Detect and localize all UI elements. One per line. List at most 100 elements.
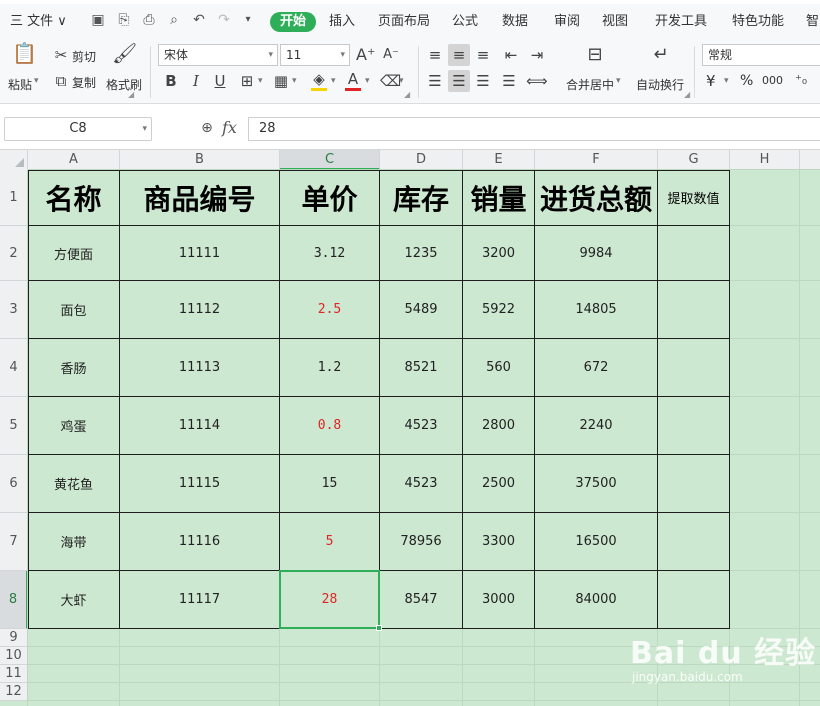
cell-g6[interactable] — [658, 455, 730, 513]
cell-style-dropdown-icon[interactable]: ▾ — [292, 76, 297, 86]
save-icon[interactable]: ▣ — [90, 12, 106, 28]
cell-b6[interactable]: 11115 — [120, 455, 280, 513]
paste-button[interactable]: 粘贴 — [8, 76, 32, 93]
cut-icon[interactable]: ✂ — [52, 46, 70, 64]
font-size-select[interactable]: 11 ▾ — [280, 44, 350, 66]
column-header-h[interactable]: H — [730, 150, 800, 170]
wrap-text-button[interactable]: 自动换行 — [636, 76, 684, 93]
merge-center-dropdown-icon[interactable]: ▾ — [616, 76, 621, 86]
cell-d3[interactable]: 5489 — [380, 281, 463, 339]
align-center-icon[interactable]: ☰ — [450, 72, 468, 90]
cell-d4[interactable]: 8521 — [380, 339, 463, 397]
cell-f6[interactable]: 37500 — [535, 455, 658, 513]
header-cell-e1[interactable]: 销量 — [463, 170, 535, 226]
export-icon[interactable]: ⎘ — [116, 12, 132, 28]
cell-f4[interactable]: 672 — [535, 339, 658, 397]
row-header-6[interactable]: 6 — [0, 455, 28, 513]
cell-c6[interactable]: 15 — [280, 455, 380, 513]
cell-e3[interactable]: 5922 — [463, 281, 535, 339]
undo-icon[interactable]: ↶ — [191, 12, 207, 28]
number-format-select[interactable]: 常规 — [702, 44, 820, 66]
row-header-1[interactable]: 1 — [0, 170, 28, 226]
cell-e5[interactable]: 2800 — [463, 397, 535, 455]
tab-6[interactable]: 审阅 — [554, 13, 580, 31]
cell-g7[interactable] — [658, 513, 730, 571]
borders-icon[interactable]: ⊞ — [238, 72, 256, 90]
currency-format-button[interactable]: ¥ — [706, 72, 716, 90]
cell-c3[interactable]: 2.5 — [280, 281, 380, 339]
cell-g4[interactable] — [658, 339, 730, 397]
clear-format-dropdown-icon[interactable]: ▾ — [399, 76, 404, 86]
header-cell-f1[interactable]: 进货总额 — [535, 170, 658, 226]
merge-center-icon[interactable]: ⊟ — [582, 46, 608, 64]
increase-font-icon[interactable]: A⁺ — [356, 46, 375, 64]
cell-e8[interactable]: 3000 — [463, 571, 535, 629]
align-bottom-icon[interactable]: ≡ — [474, 46, 492, 64]
row-header-8[interactable]: 8 — [0, 571, 28, 629]
row-header-7[interactable]: 7 — [0, 513, 28, 571]
thousands-separator-button[interactable]: 000 — [762, 74, 783, 87]
cell-f2[interactable]: 9984 — [535, 226, 658, 281]
borders-dropdown-icon[interactable]: ▾ — [258, 76, 263, 86]
print-preview-icon[interactable]: ⌕ — [166, 12, 182, 28]
row-header-5[interactable]: 5 — [0, 397, 28, 455]
cell-style-icon[interactable]: ▦ — [272, 72, 290, 90]
cell-d2[interactable]: 1235 — [380, 226, 463, 281]
tab-2[interactable]: 插入 — [329, 13, 355, 31]
tab-8[interactable]: 开发工具 — [655, 13, 707, 31]
fill-color-icon[interactable]: ◈ — [309, 70, 329, 88]
increase-indent-icon[interactable]: ⇥ — [528, 46, 546, 64]
distributed-align-icon[interactable]: ⟺ — [526, 72, 548, 90]
underline-icon[interactable]: U — [211, 72, 229, 90]
tab-1[interactable]: 开始 — [270, 12, 317, 32]
column-header-g[interactable]: G — [658, 150, 730, 170]
decrease-font-icon[interactable]: A⁻ — [382, 46, 400, 64]
cell-b5[interactable]: 11114 — [120, 397, 280, 455]
row-header-9[interactable]: 9 — [0, 629, 28, 647]
cell-g3[interactable] — [658, 281, 730, 339]
redo-icon[interactable]: ↷ — [216, 12, 232, 28]
cell-b8[interactable]: 11117 — [120, 571, 280, 629]
cell-c4[interactable]: 1.2 — [280, 339, 380, 397]
cell-b3[interactable]: 11112 — [120, 281, 280, 339]
align-left-icon[interactable]: ☰ — [426, 72, 444, 90]
header-cell-b1[interactable]: 商品编号 — [120, 170, 280, 226]
cell-c2[interactable]: 3.12 — [280, 226, 380, 281]
row-header-12[interactable]: 12 — [0, 683, 28, 701]
format-painter-button[interactable]: 格式刷 — [106, 76, 142, 93]
cell-e2[interactable]: 3200 — [463, 226, 535, 281]
paste-dropdown-icon[interactable]: ▾ — [34, 76, 39, 86]
format-painter-icon[interactable]: 🖌 — [112, 43, 137, 63]
cell-e6[interactable]: 2500 — [463, 455, 535, 513]
cell-c5[interactable]: 0.8 — [280, 397, 380, 455]
row-header-3[interactable]: 3 — [0, 281, 28, 339]
merge-center-button[interactable]: 合并居中 — [566, 76, 614, 93]
column-header-d[interactable]: D — [380, 150, 463, 170]
column-header-b[interactable]: B — [120, 150, 280, 170]
paste-icon[interactable]: 📋 — [12, 43, 37, 68]
column-header-f[interactable]: F — [535, 150, 658, 170]
cell-d7[interactable]: 78956 — [380, 513, 463, 571]
row-header-10[interactable]: 10 — [0, 647, 28, 665]
bold-icon[interactable]: B — [162, 72, 180, 90]
select-all-button[interactable] — [0, 150, 28, 170]
name-box[interactable]: C8 ▾ — [4, 117, 152, 141]
header-cell-d1[interactable]: 库存 — [380, 170, 463, 226]
font-launcher-icon[interactable]: ◢ — [404, 90, 410, 99]
cell-b7[interactable]: 11116 — [120, 513, 280, 571]
tab-9[interactable]: 特色功能 — [732, 13, 784, 31]
header-cell-c1[interactable]: 单价 — [280, 170, 380, 226]
cell-a3[interactable]: 面包 — [28, 281, 120, 339]
cell-c7[interactable]: 5 — [280, 513, 380, 571]
cell-c8[interactable]: 28 — [280, 571, 380, 629]
cell-a8[interactable]: 大虾 — [28, 571, 120, 629]
cell-a6[interactable]: 黄花鱼 — [28, 455, 120, 513]
cell-d8[interactable]: 8547 — [380, 571, 463, 629]
cell-g5[interactable] — [658, 397, 730, 455]
tab-5[interactable]: 数据 — [502, 13, 528, 31]
wrap-text-icon[interactable]: ↵ — [648, 46, 674, 64]
cell-d6[interactable]: 4523 — [380, 455, 463, 513]
tab-4[interactable]: 公式 — [452, 13, 478, 31]
row-header-2[interactable]: 2 — [0, 226, 28, 281]
print-icon[interactable]: ⎙ — [141, 12, 157, 28]
